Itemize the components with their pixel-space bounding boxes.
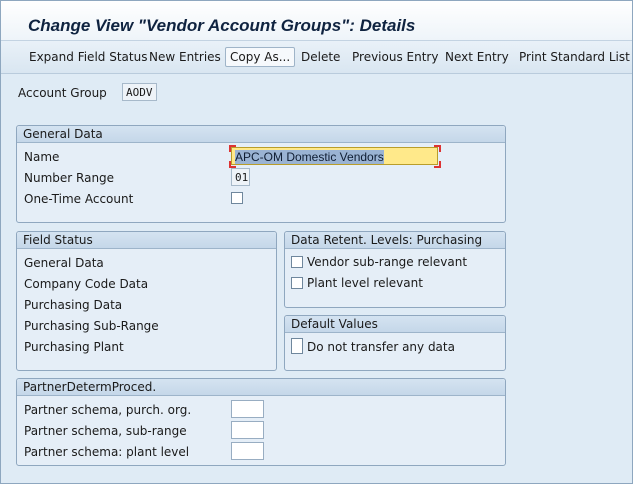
print-standard-list-button[interactable]: Print Standard List	[519, 48, 630, 66]
field-status-purchasing-data-link[interactable]: Purchasing Data	[24, 298, 122, 312]
field-status-purchasing-sub-range-link[interactable]: Purchasing Sub-Range	[24, 319, 159, 333]
delete-button[interactable]: Delete	[301, 48, 340, 66]
do-not-transfer-checkbox[interactable]	[291, 338, 303, 354]
default-values-title: Default Values	[291, 317, 378, 331]
next-entry-button[interactable]: Next Entry	[445, 48, 509, 66]
default-values-group: Default Values Do not transfer any data	[284, 315, 506, 371]
application-toolbar: Expand Field Status New Entries Copy As.…	[1, 40, 632, 74]
name-label: Name	[24, 150, 60, 164]
partner-schema-plant-level-input[interactable]	[231, 442, 264, 460]
data-retention-title: Data Retent. Levels: Purchasing	[291, 233, 483, 247]
partner-schema-purch-org-label: Partner schema, purch. org.	[24, 403, 192, 417]
name-input-value: APC-OM Domestic Vendors	[235, 150, 384, 164]
previous-entry-button[interactable]: Previous Entry	[352, 48, 438, 66]
partner-schema-plant-level-label: Partner schema: plant level	[24, 445, 190, 459]
general-data-title: General Data	[23, 127, 103, 141]
partner-schema-sub-range-input[interactable]	[231, 421, 264, 439]
default-values-header: Default Values	[285, 316, 505, 333]
vendor-subrange-label: Vendor sub-range relevant	[307, 255, 468, 269]
partner-schema-sub-range-label: Partner schema, sub-range	[24, 424, 187, 438]
field-status-header: Field Status	[17, 232, 276, 249]
partner-determination-header: PartnerDetermProced.	[17, 379, 505, 396]
name-input[interactable]: APC-OM Domestic Vendors	[231, 147, 438, 165]
partner-schema-purch-org-input[interactable]	[231, 400, 264, 418]
field-status-general-data-link[interactable]: General Data	[24, 256, 104, 270]
vendor-subrange-checkbox[interactable]	[291, 256, 303, 268]
data-retention-header: Data Retent. Levels: Purchasing	[285, 232, 505, 249]
one-time-account-checkbox[interactable]	[231, 192, 243, 204]
field-status-group: Field Status General Data Company Code D…	[16, 231, 277, 371]
partner-determination-group: PartnerDetermProced. Partner schema, pur…	[16, 378, 506, 466]
focus-corner-bottom-right	[434, 161, 441, 168]
general-data-group: General Data Name APC-OM Domestic Vendor…	[16, 125, 506, 223]
title-bar: Change View "Vendor Account Groups": Det…	[1, 1, 632, 40]
data-retention-group: Data Retent. Levels: Purchasing Vendor s…	[284, 231, 506, 308]
field-status-title: Field Status	[23, 233, 93, 247]
account-group-label: Account Group	[18, 86, 107, 100]
plant-level-label: Plant level relevant	[307, 276, 423, 290]
number-range-label: Number Range	[24, 171, 115, 185]
copy-as-button[interactable]: Copy As...	[225, 47, 296, 67]
plant-level-checkbox[interactable]	[291, 277, 303, 289]
field-status-purchasing-plant-link[interactable]: Purchasing Plant	[24, 340, 124, 354]
focus-corner-top-right	[434, 145, 441, 152]
general-data-header: General Data	[17, 126, 505, 143]
focus-corner-bottom-left	[229, 161, 236, 168]
account-group-field[interactable]: AODV	[122, 83, 157, 101]
new-entries-button[interactable]: New Entries	[149, 48, 221, 66]
focus-corner-top-left	[229, 145, 236, 152]
do-not-transfer-label: Do not transfer any data	[307, 340, 455, 354]
number-range-field[interactable]: 01	[231, 168, 250, 186]
page-title: Change View "Vendor Account Groups": Det…	[28, 16, 416, 35]
field-status-company-code-data-link[interactable]: Company Code Data	[24, 277, 148, 291]
partner-determination-title: PartnerDetermProced.	[23, 380, 157, 394]
expand-field-status-button[interactable]: Expand Field Status	[29, 48, 147, 66]
one-time-account-label: One-Time Account	[24, 192, 134, 206]
